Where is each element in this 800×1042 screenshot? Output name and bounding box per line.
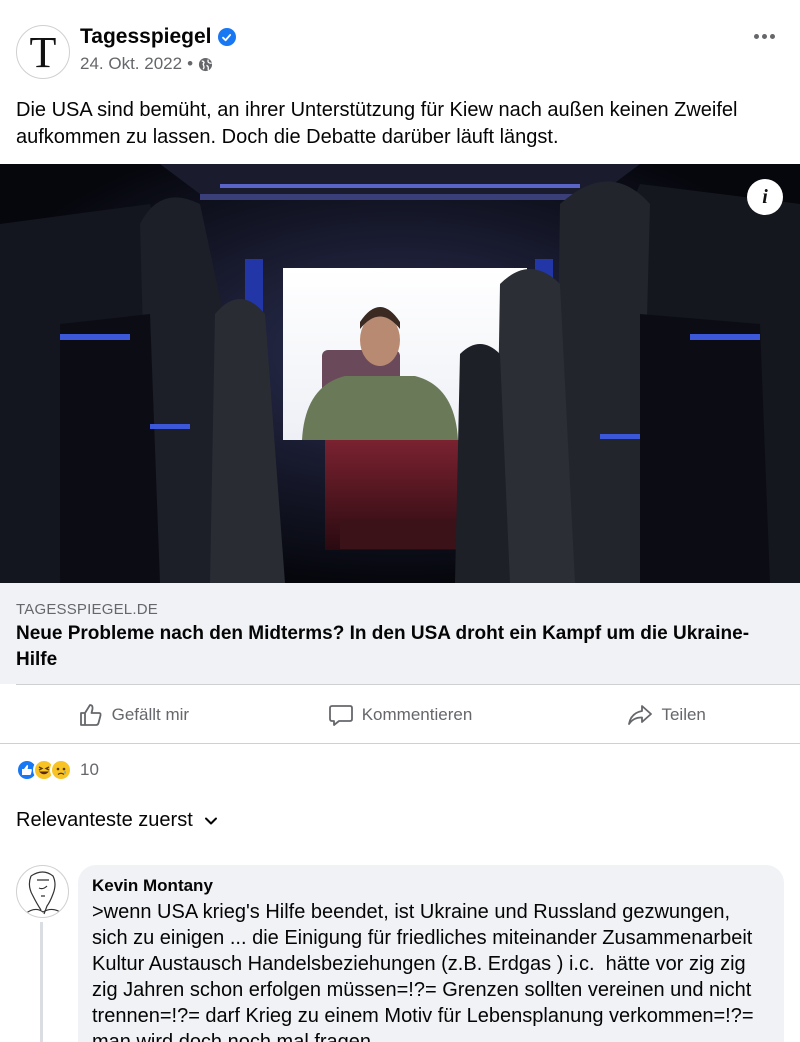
globe-icon bbox=[198, 57, 213, 71]
action-bar: Gefällt mir Kommentieren Teilen bbox=[0, 686, 800, 743]
comment-label: Kommentieren bbox=[361, 704, 473, 724]
comment-bubble: Kevin Montany >wenn USA krieg's Hilfe be… bbox=[78, 865, 784, 1042]
post-date[interactable]: 24. Okt. 2022 bbox=[80, 54, 182, 74]
comment-icon bbox=[328, 704, 353, 726]
sad-reaction-icon bbox=[50, 759, 72, 781]
post-meta: 24. Okt. 2022 • bbox=[80, 54, 213, 74]
link-domain: TAGESSPIEGEL.DE bbox=[16, 601, 158, 618]
post-image[interactable]: i bbox=[0, 164, 800, 583]
like-label: Gefällt mir bbox=[111, 704, 190, 724]
post-header: T Tagesspiegel 24. Okt. 2022 • bbox=[0, 0, 800, 92]
page-avatar[interactable]: T bbox=[16, 25, 70, 79]
page-avatar-letter: T bbox=[29, 28, 57, 77]
meta-separator: • bbox=[187, 54, 194, 73]
comment-avatar[interactable] bbox=[16, 865, 69, 918]
link-preview[interactable]: TAGESSPIEGEL.DE Neue Probleme nach den M… bbox=[0, 583, 800, 684]
verified-badge-icon bbox=[217, 28, 236, 46]
reactions-summary[interactable]: 10 bbox=[16, 759, 99, 781]
comment-sort-dropdown[interactable]: Relevanteste zuerst bbox=[16, 809, 219, 832]
chevron-down-icon bbox=[204, 817, 217, 824]
page-name[interactable]: Tagesspiegel bbox=[80, 25, 236, 49]
share-icon bbox=[628, 704, 653, 725]
more-options-icon[interactable] bbox=[752, 24, 776, 48]
divider bbox=[16, 684, 800, 685]
post-image-illustration bbox=[0, 164, 800, 583]
comment-author[interactable]: Kevin Montany bbox=[92, 875, 770, 896]
share-label: Teilen bbox=[661, 704, 706, 724]
like-button[interactable]: Gefällt mir bbox=[0, 686, 267, 743]
thumbs-up-icon bbox=[79, 703, 102, 726]
share-button[interactable]: Teilen bbox=[533, 686, 800, 743]
comment-text: >wenn USA krieg's Hilfe beendet, ist Ukr… bbox=[92, 901, 760, 1042]
comment-button[interactable]: Kommentieren bbox=[267, 686, 534, 743]
sort-label: Relevanteste zuerst bbox=[16, 809, 193, 831]
link-title[interactable]: Neue Probleme nach den Midterms? In den … bbox=[16, 621, 786, 673]
divider bbox=[0, 743, 800, 744]
post-text: Die USA sind bemüht, an ihrer Unterstütz… bbox=[16, 99, 738, 148]
sketch-portrait-icon bbox=[24, 871, 64, 915]
reaction-count: 10 bbox=[80, 760, 99, 779]
info-icon[interactable]: i bbox=[747, 179, 783, 215]
thread-line bbox=[40, 922, 43, 1042]
page-name-label[interactable]: Tagesspiegel bbox=[80, 25, 212, 49]
